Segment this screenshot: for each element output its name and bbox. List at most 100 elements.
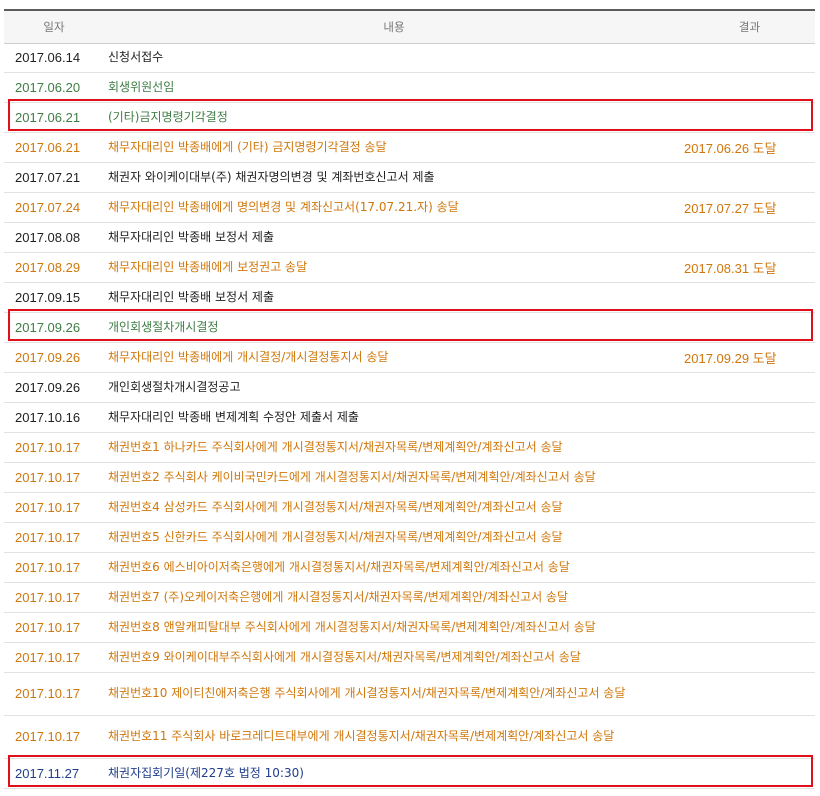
table-row: 2017.10.17 채권번호6 에스비아이저축은행에게 개시결정통지서/채권자목…: [4, 552, 815, 583]
row-content: 채권자 와이케이대부(주) 채권자명의변경 및 계좌번호신고서 제출: [104, 162, 684, 193]
table-row: 2017.10.17 채권번호2 주식회사 케이비국민카드에게 개시결정통지서/채…: [4, 462, 815, 493]
row-date: 2017.09.15: [4, 282, 104, 313]
header-content: 내용: [104, 9, 684, 44]
row-result: 2017.09.29 도달: [684, 342, 815, 373]
table-row: 2017.09.26 채무자대리인 박종배에게 개시결정/개시결정통지서 송달 20…: [4, 342, 815, 373]
row-result: [684, 582, 815, 613]
row-date: 2017.07.24: [4, 192, 104, 223]
case-progress-table: 일자 내용 결과 2017.06.14 신청서접수 2017.06.20 회생위원선임…: [4, 9, 815, 789]
row-date: 2017.08.08: [4, 222, 104, 253]
row-result: 2017.07.27 도달: [684, 192, 815, 223]
row-date: 2017.10.17: [4, 582, 104, 613]
row-result: [684, 372, 815, 403]
table-row: 2017.10.17 채권번호8 앤알캐피탈대부 주식회사에게 개시결정통지서/채…: [4, 612, 815, 643]
row-result: [684, 102, 815, 133]
table-row: 2017.10.17 채권번호9 와이케이대부주식회사에게 개시결정통지서/채권자…: [4, 642, 815, 673]
row-date: 2017.06.20: [4, 72, 104, 103]
row-date: 2017.11.27: [4, 758, 104, 789]
row-date: 2017.10.16: [4, 402, 104, 433]
row-content: 채무자대리인 박종배에게 (기타) 금지명령기각결정 송달: [104, 132, 684, 163]
row-result: 2017.06.26 도달: [684, 132, 815, 163]
row-content: 채권번호2 주식회사 케이비국민카드에게 개시결정통지서/채권자목록/변제계획안…: [104, 462, 684, 493]
table-row: 2017.06.21 채무자대리인 박종배에게 (기타) 금지명령기각결정 송달 2…: [4, 132, 815, 163]
table-row: 2017.09.26 개인회생절차개시결정공고: [4, 372, 815, 403]
row-content: 채권번호5 신한카드 주식회사에게 개시결정통지서/채권자목록/변제계획안/계좌…: [104, 522, 684, 553]
row-result: [684, 522, 815, 553]
row-result: [684, 162, 815, 193]
row-date: 2017.06.14: [4, 43, 104, 73]
table-row: 2017.10.17 채권번호4 삼성카드 주식회사에게 개시결정통지서/채권자목…: [4, 492, 815, 523]
row-content: 채권번호1 하나카드 주식회사에게 개시결정통지서/채권자목록/변제계획안/계좌…: [104, 432, 684, 463]
row-date: 2017.10.17: [4, 672, 104, 716]
row-content: 채권번호8 앤알캐피탈대부 주식회사에게 개시결정통지서/채권자목록/변제계획안…: [104, 612, 684, 643]
row-result: 2017.08.31 도달: [684, 252, 815, 283]
row-result: [684, 492, 815, 523]
row-content: 개인회생절차개시결정공고: [104, 372, 684, 403]
row-result: [684, 43, 815, 73]
header-date: 일자: [4, 9, 104, 44]
table-row: 2017.10.17 채권번호5 신한카드 주식회사에게 개시결정통지서/채권자목…: [4, 522, 815, 553]
row-date: 2017.09.26: [4, 372, 104, 403]
row-date: 2017.10.17: [4, 522, 104, 553]
row-result: [684, 715, 815, 759]
row-date: 2017.10.17: [4, 432, 104, 463]
row-result: [684, 462, 815, 493]
row-content: (기타)금지명령기각결정: [104, 102, 684, 133]
table-row: 2017.10.16 채무자대리인 박종배 변제계획 수정안 제출서 제출: [4, 402, 815, 433]
row-content: 채무자대리인 박종배 보정서 제출: [104, 282, 684, 313]
row-content: 채무자대리인 박종배에게 명의변경 및 계좌신고서(17.07.21.자) 송달: [104, 192, 684, 223]
table-row: 2017.10.17 채권번호7 (주)오케이저축은행에게 개시결정통지서/채권자…: [4, 582, 815, 613]
header-result: 결과: [684, 9, 815, 44]
table-row: 2017.10.17 채권번호11 주식회사 바로크레디트대부에게 개시결정통지서…: [4, 715, 815, 759]
row-content: 채무자대리인 박종배에게 보정권고 송달: [104, 252, 684, 283]
row-result: [684, 282, 815, 313]
row-content: 개인회생절차개시결정: [104, 312, 684, 343]
row-date: 2017.06.21: [4, 132, 104, 163]
table-row: 2017.08.29 채무자대리인 박종배에게 보정권고 송달 2017.08.31…: [4, 252, 815, 283]
row-result: [684, 672, 815, 716]
row-content: 채무자대리인 박종배에게 개시결정/개시결정통지서 송달: [104, 342, 684, 373]
row-date: 2017.09.26: [4, 342, 104, 373]
row-date: 2017.08.29: [4, 252, 104, 283]
row-content: 채권번호9 와이케이대부주식회사에게 개시결정통지서/채권자목록/변제계획안/계…: [104, 642, 684, 673]
table-body: 2017.06.14 신청서접수 2017.06.20 회생위원선임 2017.06.2…: [4, 43, 815, 789]
row-date: 2017.09.26: [4, 312, 104, 343]
table-row: 2017.06.20 회생위원선임: [4, 72, 815, 103]
row-result: [684, 72, 815, 103]
table-row: 2017.11.27 채권자집회기일(제227호 법정 10:30): [4, 758, 815, 789]
row-result: [684, 552, 815, 583]
table-row: 2017.09.15 채무자대리인 박종배 보정서 제출: [4, 282, 815, 313]
table-row: 2017.07.24 채무자대리인 박종배에게 명의변경 및 계좌신고서(17.0…: [4, 192, 815, 223]
row-content: 채권자집회기일(제227호 법정 10:30): [104, 758, 684, 789]
row-date: 2017.10.17: [4, 462, 104, 493]
row-content: 채권번호7 (주)오케이저축은행에게 개시결정통지서/채권자목록/변제계획안/계…: [104, 582, 684, 613]
row-content: 채권번호4 삼성카드 주식회사에게 개시결정통지서/채권자목록/변제계획안/계좌…: [104, 492, 684, 523]
row-result: [684, 758, 815, 789]
row-result: [684, 402, 815, 433]
row-content: 채권번호6 에스비아이저축은행에게 개시결정통지서/채권자목록/변제계획안/계좌…: [104, 552, 684, 583]
table-header: 일자 내용 결과: [4, 9, 815, 44]
row-content: 채권번호11 주식회사 바로크레디트대부에게 개시결정통지서/채권자목록/변제계…: [104, 715, 684, 759]
row-date: 2017.07.21: [4, 162, 104, 193]
row-date: 2017.10.17: [4, 642, 104, 673]
row-result: [684, 312, 815, 343]
table-row: 2017.06.14 신청서접수: [4, 43, 815, 73]
row-date: 2017.10.17: [4, 715, 104, 759]
row-content: 채권번호10 제이티친애저축은행 주식회사에게 개시결정통지서/채권자목록/변제…: [104, 672, 684, 716]
row-date: 2017.10.17: [4, 492, 104, 523]
row-date: 2017.10.17: [4, 552, 104, 583]
table-row: 2017.08.08 채무자대리인 박종배 보정서 제출: [4, 222, 815, 253]
table-row: 2017.10.17 채권번호1 하나카드 주식회사에게 개시결정통지서/채권자목…: [4, 432, 815, 463]
row-date: 2017.06.21: [4, 102, 104, 133]
row-result: [684, 432, 815, 463]
table-row: 2017.07.21 채권자 와이케이대부(주) 채권자명의변경 및 계좌번호신고…: [4, 162, 815, 193]
header-row: 일자 내용 결과: [4, 9, 815, 44]
row-date: 2017.10.17: [4, 612, 104, 643]
row-result: [684, 612, 815, 643]
row-result: [684, 642, 815, 673]
row-result: [684, 222, 815, 253]
table-row: 2017.09.26 개인회생절차개시결정: [4, 312, 815, 343]
row-content: 회생위원선임: [104, 72, 684, 103]
table-row: 2017.06.21 (기타)금지명령기각결정: [4, 102, 815, 133]
row-content: 채무자대리인 박종배 보정서 제출: [104, 222, 684, 253]
